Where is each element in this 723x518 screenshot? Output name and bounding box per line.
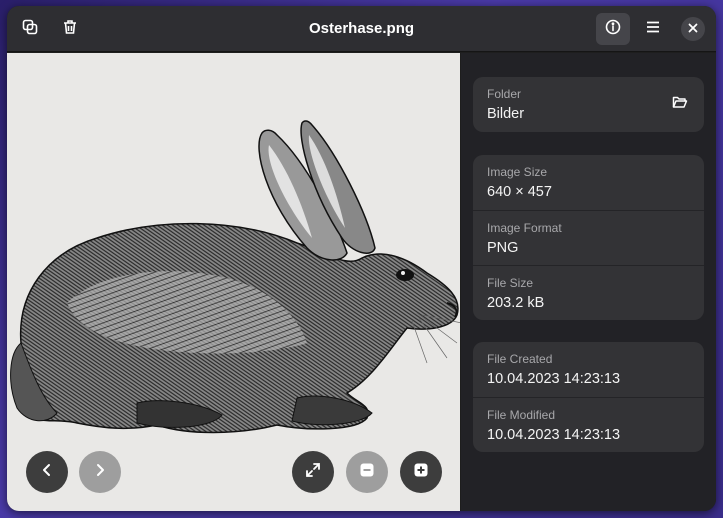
file-modified-value: 10.04.2023 14:23:13 bbox=[487, 427, 621, 443]
fullscreen-button[interactable] bbox=[292, 451, 334, 493]
trash-icon bbox=[62, 19, 78, 40]
zoom-in-icon bbox=[413, 462, 429, 483]
folder-card: Folder Bilder bbox=[473, 77, 704, 132]
image-format-label: Image Format bbox=[487, 221, 562, 235]
file-dates-card: File Created 10.04.2023 14:23:13 File Mo… bbox=[473, 342, 704, 452]
copy-button[interactable] bbox=[13, 13, 47, 45]
next-image-button[interactable] bbox=[79, 451, 121, 493]
file-created-row: File Created 10.04.2023 14:23:13 bbox=[473, 342, 704, 397]
main-menu-button[interactable] bbox=[636, 13, 670, 45]
properties-sidebar: Folder Bilder Image Size 640 × 457 Image… bbox=[461, 53, 716, 511]
file-modified-row: File Modified 10.04.2023 14:23:13 bbox=[473, 397, 704, 452]
file-created-label: File Created bbox=[487, 352, 553, 366]
file-modified-label: File Modified bbox=[487, 408, 556, 422]
image-format-value: PNG bbox=[487, 240, 519, 256]
image-size-row: Image Size 640 × 457 bbox=[473, 155, 704, 210]
info-icon bbox=[605, 19, 621, 40]
previous-image-button[interactable] bbox=[26, 451, 68, 493]
image-format-row: Image Format PNG bbox=[473, 210, 704, 265]
image-size-label: Image Size bbox=[487, 165, 548, 179]
delete-button[interactable] bbox=[53, 13, 87, 45]
file-size-value: 203.2 kB bbox=[487, 295, 545, 311]
folder-open-icon bbox=[672, 94, 688, 115]
chevron-right-icon bbox=[92, 462, 108, 483]
menu-icon bbox=[645, 19, 661, 40]
open-folder-button[interactable] bbox=[666, 90, 694, 118]
file-size-label: File Size bbox=[487, 276, 534, 290]
rabbit-image bbox=[10, 120, 460, 434]
image-viewer-window: Osterhase.png Folder Bilder Image Size 6… bbox=[7, 6, 716, 511]
file-size-row: File Size 203.2 kB bbox=[473, 265, 704, 320]
zoom-in-button[interactable] bbox=[400, 451, 442, 493]
file-created-value: 10.04.2023 14:23:13 bbox=[487, 371, 621, 387]
close-button[interactable] bbox=[681, 17, 705, 41]
folder-row: Folder Bilder bbox=[473, 77, 704, 132]
folder-label: Folder bbox=[487, 87, 522, 101]
folder-value: Bilder bbox=[487, 106, 525, 122]
zoom-out-button[interactable] bbox=[346, 451, 388, 493]
copy-icon bbox=[22, 19, 38, 40]
fullscreen-icon bbox=[305, 462, 321, 483]
close-icon bbox=[688, 20, 698, 38]
chevron-left-icon bbox=[39, 462, 55, 483]
headerbar: Osterhase.png bbox=[7, 6, 716, 52]
zoom-out-icon bbox=[359, 462, 375, 483]
image-view[interactable] bbox=[7, 53, 460, 511]
image-info-card: Image Size 640 × 457 Image Format PNG Fi… bbox=[473, 155, 704, 320]
image-size-value: 640 × 457 bbox=[487, 184, 552, 200]
properties-toggle-button[interactable] bbox=[596, 13, 630, 45]
